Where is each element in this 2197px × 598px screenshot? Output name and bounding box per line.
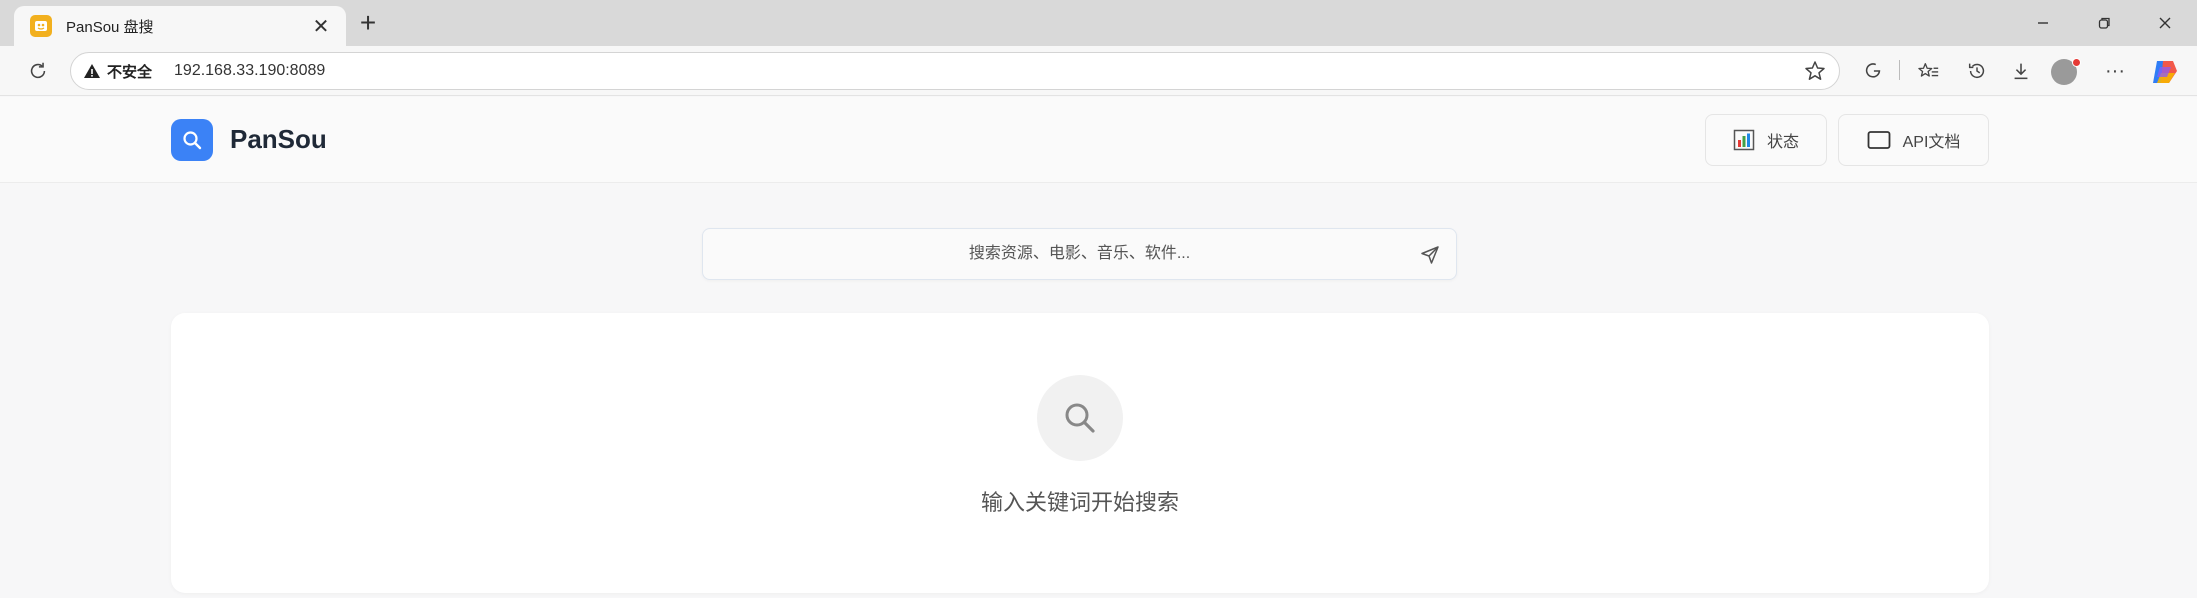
close-window-button[interactable] [2138, 7, 2192, 39]
restore-icon [2098, 17, 2110, 29]
toolbar-divider [1899, 60, 1900, 80]
browser-tab[interactable]: PanSou 盘搜 ✕ [14, 6, 346, 46]
search-input[interactable] [703, 229, 1456, 279]
minimize-window-button[interactable] [2016, 7, 2070, 39]
reload-button[interactable] [22, 55, 54, 87]
favorites-button[interactable] [1913, 55, 1945, 87]
page-header: PanSou 状态 API文档 [0, 97, 2197, 183]
tab-close-icon[interactable]: ✕ [310, 15, 332, 38]
extensions-button[interactable] [1857, 55, 1889, 87]
extension-icon [1865, 63, 1881, 78]
logo-search-icon[interactable] [171, 119, 213, 161]
downloads-button[interactable] [2005, 55, 2037, 87]
empty-search-icon [1037, 375, 1123, 461]
api-docs-button-label: API文档 [1902, 134, 1961, 151]
url-text[interactable]: 192.168.33.190:8089 [174, 62, 325, 80]
restore-window-button[interactable] [2077, 7, 2131, 39]
status-button-label: 状态 [1766, 134, 1799, 151]
favorite-star-icon[interactable] [1803, 59, 1827, 83]
status-button[interactable]: 状态 [1705, 114, 1827, 166]
tab-title: PanSou 盘搜 [66, 18, 154, 36]
send-icon [1421, 246, 1439, 264]
site-favicon-icon [30, 15, 52, 37]
address-bar[interactable]: 不安全 192.168.33.190:8089 [70, 52, 1840, 90]
results-card: 输入关键词开始搜索 [171, 313, 1989, 593]
search-box [702, 228, 1457, 280]
search-submit-button[interactable] [1418, 243, 1442, 267]
more-options-button[interactable]: ··· [2099, 55, 2131, 87]
brand-name[interactable]: PanSou [230, 124, 327, 155]
warning-icon [84, 64, 100, 78]
api-docs-button[interactable]: API文档 [1838, 114, 1989, 166]
browser-tab-strip: PanSou 盘搜 ✕ + [0, 0, 2197, 46]
copilot-icon[interactable] [2151, 59, 2179, 85]
profile-notification-badge [2072, 58, 2081, 67]
browser-toolbar: 不安全 192.168.33.190:8089 ··· [0, 46, 2197, 96]
favorites-list-icon [1918, 63, 1939, 77]
history-button[interactable] [1961, 55, 1993, 87]
empty-state-message: 输入关键词开始搜索 [980, 490, 1179, 515]
history-icon [1968, 63, 1985, 79]
minimize-icon [2038, 22, 2048, 24]
bar-chart-icon [1733, 129, 1755, 151]
more-icon: ··· [2105, 59, 2125, 82]
new-tab-button[interactable]: + [352, 7, 384, 39]
close-icon [2159, 17, 2171, 29]
security-status-label[interactable]: 不安全 [107, 61, 152, 82]
download-icon [2014, 63, 2028, 80]
monitor-icon [1867, 130, 1891, 150]
reload-icon [30, 62, 46, 79]
